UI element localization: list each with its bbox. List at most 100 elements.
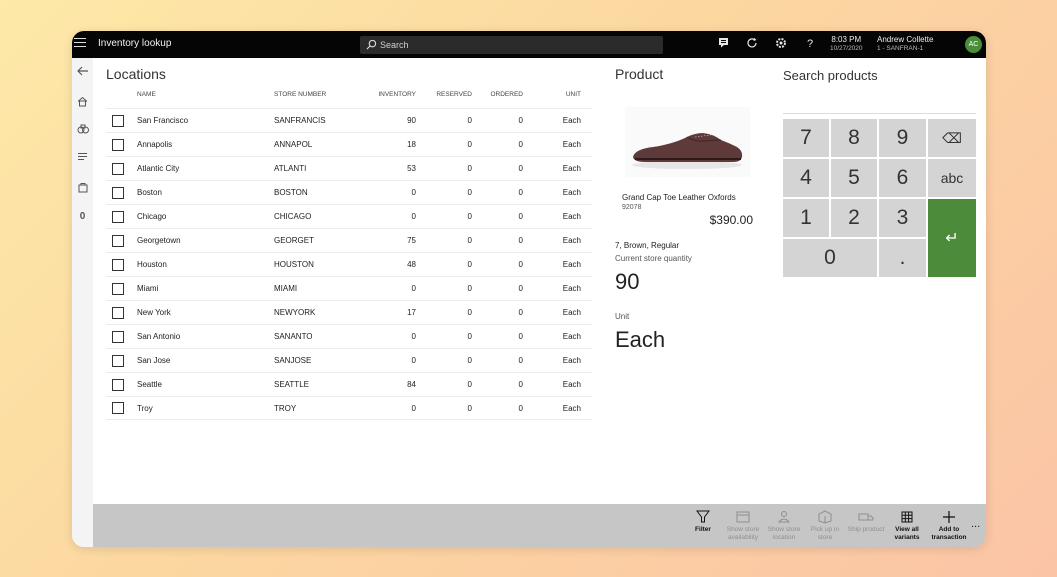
pick-up-in-store-button[interactable]: Pick up in store	[805, 510, 845, 541]
backspace-key[interactable]: ⌫	[928, 119, 976, 157]
view-all-variants-button[interactable]: View all variants	[887, 510, 927, 541]
inventory-value: 90	[407, 116, 416, 125]
location-name: Atlantic City	[137, 164, 180, 173]
row-checkbox[interactable]	[112, 378, 124, 391]
row-checkbox[interactable]	[112, 114, 124, 127]
grid-icon	[901, 511, 913, 523]
settings-icon[interactable]	[774, 37, 788, 51]
table-row[interactable]: Houston HOUSTON 48 0 0 Each	[106, 252, 592, 276]
row-checkbox[interactable]	[112, 138, 124, 151]
row-checkbox[interactable]	[112, 306, 124, 319]
row-checkbox[interactable]	[112, 186, 124, 199]
reserved-value: 0	[467, 164, 472, 173]
decimal-key[interactable]: .	[879, 239, 926, 277]
row-checkbox[interactable]	[112, 258, 124, 271]
col-inventory[interactable]: INVENTORY	[376, 91, 416, 98]
table-row[interactable]: Annapolis ANNAPOL 18 0 0 Each	[106, 132, 592, 156]
filter-button[interactable]: Filter	[683, 510, 723, 534]
help-icon[interactable]: ?	[803, 37, 817, 51]
location-name: Seattle	[137, 380, 162, 389]
search-input[interactable]: Search	[360, 36, 663, 54]
table-row[interactable]: San Francisco SANFRANCIS 90 0 0 Each	[106, 108, 592, 132]
list-icon[interactable]	[72, 152, 93, 164]
back-arrow-icon[interactable]	[72, 66, 93, 79]
enter-key[interactable]: ↵	[928, 199, 976, 277]
col-reserved[interactable]: RESERVED	[436, 91, 472, 98]
store-number: SEATTLE	[274, 380, 309, 389]
app-title: Inventory lookup	[98, 38, 172, 49]
bag-icon[interactable]	[72, 182, 93, 196]
col-store-number[interactable]: STORE NUMBER	[274, 91, 326, 98]
store-number: NEWYORK	[274, 308, 316, 317]
key-1[interactable]: 1	[783, 199, 829, 237]
row-checkbox[interactable]	[112, 330, 124, 343]
table-row[interactable]: Troy TROY 0 0 0 Each	[106, 396, 592, 420]
key-6[interactable]: 6	[879, 159, 926, 197]
key-8[interactable]: 8	[831, 119, 877, 157]
home-icon[interactable]	[72, 96, 93, 110]
unit-value-cell: Each	[562, 284, 581, 293]
key-7[interactable]: 7	[783, 119, 829, 157]
reserved-value: 0	[467, 236, 472, 245]
time-text: 8:03 PM	[831, 35, 862, 44]
avatar[interactable]: AC	[965, 36, 982, 53]
table-row[interactable]: San Antonio SANANTO 0 0 0 Each	[106, 324, 592, 348]
menu-icon[interactable]	[74, 38, 86, 50]
unit-value-cell: Each	[562, 356, 581, 365]
key-2[interactable]: 2	[831, 199, 877, 237]
ordered-value: 0	[518, 403, 523, 413]
table-row[interactable]: Seattle SEATTLE 84 0 0 Each	[106, 372, 592, 396]
add-to-transaction-button[interactable]: Add to transaction	[929, 510, 969, 541]
key-3[interactable]: 3	[879, 199, 926, 237]
product-image	[625, 107, 750, 177]
comment-icon[interactable]	[716, 37, 730, 51]
unit-value-cell: Each	[562, 116, 581, 125]
inventory-value: 48	[407, 260, 416, 269]
ordered-value: 0	[518, 260, 523, 269]
ship-product-button[interactable]: Ship product	[846, 510, 886, 534]
ordered-value: 0	[518, 188, 523, 197]
key-4[interactable]: 4	[783, 159, 829, 197]
show-store-availability-button[interactable]: Show store availability	[723, 510, 763, 541]
table-row[interactable]: Atlantic City ATLANTI 53 0 0 Each	[106, 156, 592, 180]
col-name[interactable]: NAME	[137, 91, 156, 98]
more-options-button[interactable]: ...	[971, 518, 980, 530]
unit-value-cell: Each	[562, 212, 581, 221]
row-checkbox[interactable]	[112, 210, 124, 223]
key-0[interactable]: 0	[783, 239, 877, 277]
products-icon[interactable]	[72, 124, 93, 138]
key-9[interactable]: 9	[879, 119, 926, 157]
table-row[interactable]: Miami MIAMI 0 0 0 Each	[106, 276, 592, 300]
unit-value-cell: Each	[562, 380, 581, 389]
table-row[interactable]: Chicago CHICAGO 0 0 0 Each	[106, 204, 592, 228]
unit-value-cell: Each	[562, 308, 581, 317]
row-checkbox[interactable]	[112, 354, 124, 367]
table-row[interactable]: Boston BOSTON 0 0 0 Each	[106, 180, 592, 204]
unit-value-cell: Each	[562, 140, 581, 149]
key-5[interactable]: 5	[831, 159, 877, 197]
table-row[interactable]: San Jose SANJOSE 0 0 0 Each	[106, 348, 592, 372]
unit-value: Each	[615, 327, 666, 352]
row-checkbox[interactable]	[112, 162, 124, 175]
location-icon	[777, 511, 791, 523]
row-checkbox[interactable]	[112, 402, 124, 414]
col-ordered[interactable]: ORDERED	[490, 91, 523, 98]
reserved-value: 0	[467, 188, 472, 197]
box-icon	[818, 510, 832, 524]
user-name: Andrew Collette	[877, 35, 934, 44]
row-checkbox[interactable]	[112, 234, 124, 247]
row-checkbox[interactable]	[112, 282, 124, 295]
search-products-title: Search products	[783, 68, 878, 83]
abc-key[interactable]: abc	[928, 159, 976, 197]
reserved-value: 0	[467, 284, 472, 293]
col-unit[interactable]: UNIT	[551, 91, 581, 98]
table-row[interactable]: New York NEWYORK 17 0 0 Each	[106, 300, 592, 324]
refresh-icon[interactable]	[745, 37, 759, 51]
inventory-value: 84	[407, 380, 416, 389]
unit-value-cell: Each	[562, 403, 581, 413]
user-info[interactable]: Andrew Collette 1 - SANFRAN-1	[877, 35, 933, 53]
table-row[interactable]: Georgetown GEORGET 75 0 0 Each	[106, 228, 592, 252]
show-store-location-button[interactable]: Show store location	[764, 510, 804, 541]
product-card[interactable]: Grand Cap Toe Leather Oxfords 92078 $390…	[615, 89, 759, 229]
search-products-input[interactable]	[783, 113, 976, 114]
